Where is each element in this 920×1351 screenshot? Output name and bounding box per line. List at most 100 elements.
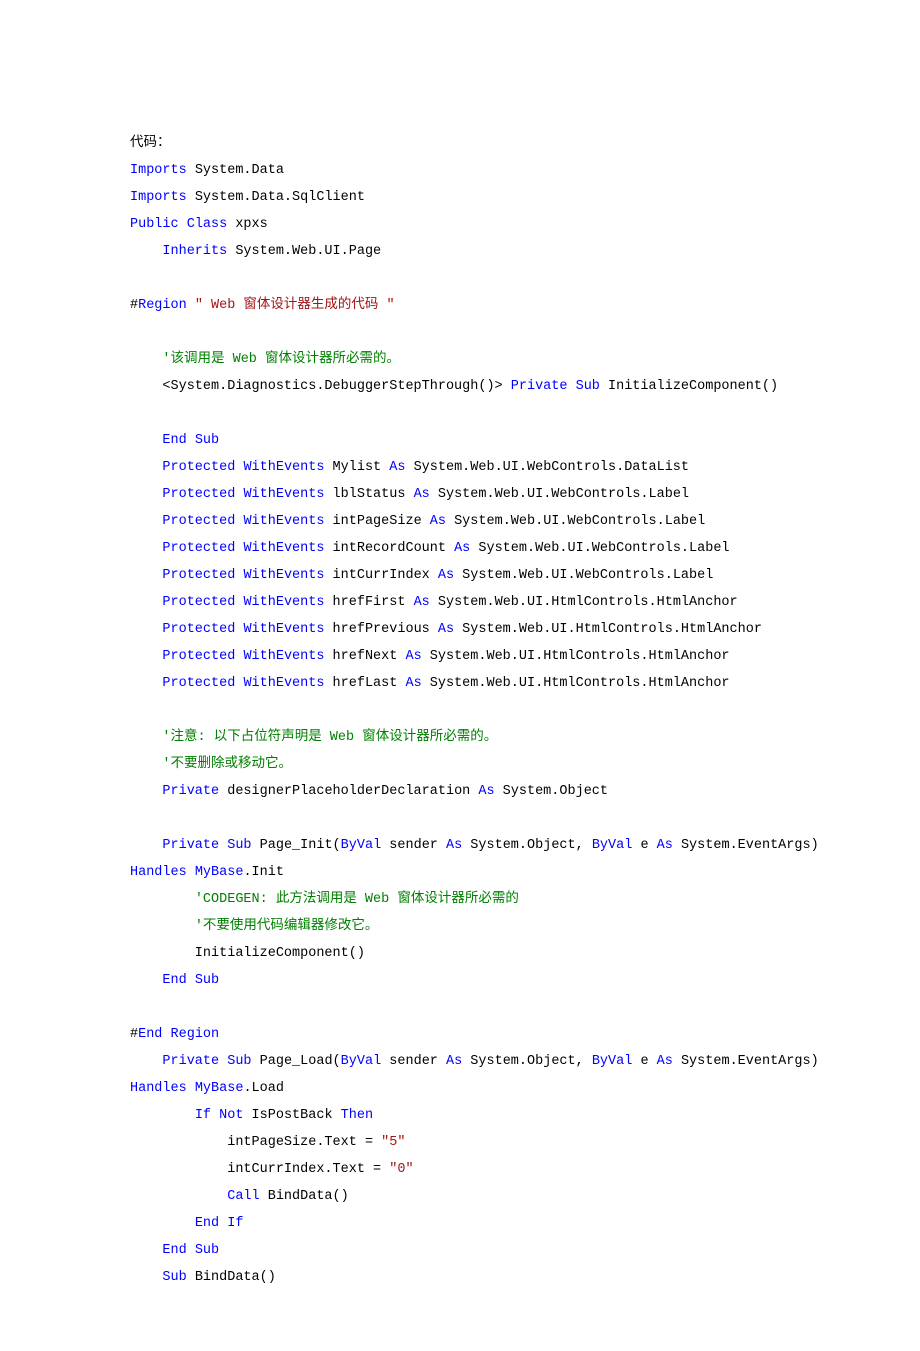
keyword-token: Protected	[162, 595, 235, 610]
keyword-token: As	[454, 541, 470, 556]
text-token: #	[130, 1027, 138, 1042]
keyword-token: Sub	[576, 379, 600, 394]
code-line: Private designerPlaceholderDeclaration A…	[130, 778, 790, 805]
text-token: InitializeComponent()	[600, 379, 778, 394]
text-token: <System.Diagnostics.DebuggerStepThrough(…	[130, 379, 511, 394]
keyword-token: Private	[162, 784, 219, 799]
text-token: System.Web.UI.WebControls.Label	[430, 487, 689, 502]
keyword-token: Protected	[162, 514, 235, 529]
code-line: '注意: 以下占位符声明是 Web 窗体设计器所必需的。	[130, 724, 790, 751]
code-line	[130, 994, 790, 1021]
keyword-token: WithEvents	[243, 487, 324, 502]
text-token	[130, 1189, 227, 1204]
text-token: System.Web.UI.HtmlControls.HtmlAnchor	[422, 676, 730, 691]
text-token	[130, 892, 195, 907]
code-line: 'CODEGEN: 此方法调用是 Web 窗体设计器所必需的	[130, 886, 790, 913]
code-line: Protected WithEvents lblStatus As System…	[130, 481, 790, 508]
keyword-token: Imports	[130, 190, 187, 205]
text-token	[567, 379, 575, 394]
code-line: Sub BindData()	[130, 1264, 790, 1291]
text-token	[130, 568, 162, 583]
code-line: End Sub	[130, 427, 790, 454]
code-line: Public Class xpxs	[130, 211, 790, 238]
code-line	[130, 319, 790, 346]
text-token: System.Object	[495, 784, 608, 799]
text-token: intCurrIndex.Text =	[130, 1162, 389, 1177]
keyword-token: Sub	[195, 433, 219, 448]
text-token: hrefFirst	[324, 595, 413, 610]
text-token	[130, 1054, 162, 1069]
keyword-token: As	[446, 1054, 462, 1069]
keyword-token: End	[195, 1216, 219, 1231]
string-token: "0"	[389, 1162, 413, 1177]
code-line: '不要使用代码编辑器修改它。	[130, 913, 790, 940]
text-token: hrefPrevious	[324, 622, 437, 637]
keyword-token: As	[657, 838, 673, 853]
text-token: System.Object,	[462, 838, 592, 853]
keyword-token: As	[414, 595, 430, 610]
code-line: End Sub	[130, 967, 790, 994]
code-line: Handles MyBase.Load	[130, 1075, 790, 1102]
text-token	[130, 784, 162, 799]
text-token: System.Web.UI.HtmlControls.HtmlAnchor	[430, 595, 738, 610]
keyword-token: End	[162, 973, 186, 988]
code-line	[130, 400, 790, 427]
keyword-token: As	[405, 649, 421, 664]
text-token	[130, 730, 162, 745]
keyword-token: Protected	[162, 649, 235, 664]
keyword-token: End	[162, 433, 186, 448]
text-token: System.Data	[187, 163, 284, 178]
keyword-token: As	[389, 460, 405, 475]
keyword-token: As	[438, 568, 454, 583]
keyword-token: Then	[341, 1108, 373, 1123]
text-token	[130, 811, 138, 826]
keyword-token: End	[162, 1243, 186, 1258]
code-line: Protected WithEvents hrefLast As System.…	[130, 670, 790, 697]
text-token	[187, 298, 195, 313]
keyword-token: ByVal	[341, 838, 382, 853]
text-token	[162, 1027, 170, 1042]
code-line: Protected WithEvents intRecordCount As S…	[130, 535, 790, 562]
text-token: System.Web.UI.WebControls.Label	[470, 541, 729, 556]
comment-token: '不要使用代码编辑器修改它。	[195, 919, 379, 934]
code-line: End Sub	[130, 1237, 790, 1264]
code-line: If Not IsPostBack Then	[130, 1102, 790, 1129]
keyword-token: Protected	[162, 622, 235, 637]
text-token	[130, 514, 162, 529]
text-token	[130, 352, 162, 367]
keyword-token: Sub	[195, 1243, 219, 1258]
keyword-token: Sub	[227, 838, 251, 853]
keyword-token: End	[138, 1027, 162, 1042]
keyword-token: WithEvents	[243, 514, 324, 529]
keyword-token: Sub	[162, 1270, 186, 1285]
text-token: System.Web.UI.WebControls.Label	[454, 568, 713, 583]
keyword-token: Sub	[227, 1054, 251, 1069]
keyword-token: As	[430, 514, 446, 529]
text-token	[130, 406, 138, 421]
code-line	[130, 697, 790, 724]
keyword-token: Private	[162, 1054, 219, 1069]
text-token	[130, 1216, 195, 1231]
comment-token: '不要删除或移动它。	[162, 757, 292, 772]
text-token: System.EventArgs)	[673, 1054, 827, 1069]
keyword-token: Call	[227, 1189, 259, 1204]
keyword-token: WithEvents	[243, 649, 324, 664]
code-line: Private Sub Page_Init(ByVal sender As Sy…	[130, 832, 790, 859]
keyword-token: ByVal	[341, 1054, 382, 1069]
code-line: #End Region	[130, 1021, 790, 1048]
code-line: #Region " Web 窗体设计器生成的代码 "	[130, 292, 790, 319]
text-token: intPageSize.Text =	[130, 1135, 381, 1150]
code-line: Protected WithEvents hrefNext As System.…	[130, 643, 790, 670]
keyword-token: If	[227, 1216, 243, 1231]
code-line: Handles MyBase.Init	[130, 859, 790, 886]
code-line: '该调用是 Web 窗体设计器所必需的。	[130, 346, 790, 373]
text-token	[130, 973, 162, 988]
keyword-token: Public	[130, 217, 179, 232]
text-token: hrefLast	[324, 676, 405, 691]
text-token: System.Web.UI.Page	[227, 244, 381, 259]
code-line	[130, 805, 790, 832]
keyword-token: Region	[138, 298, 187, 313]
keyword-token: Protected	[162, 460, 235, 475]
code-line: Protected WithEvents Mylist As System.We…	[130, 454, 790, 481]
text-token: System.Web.UI.WebControls.Label	[446, 514, 705, 529]
